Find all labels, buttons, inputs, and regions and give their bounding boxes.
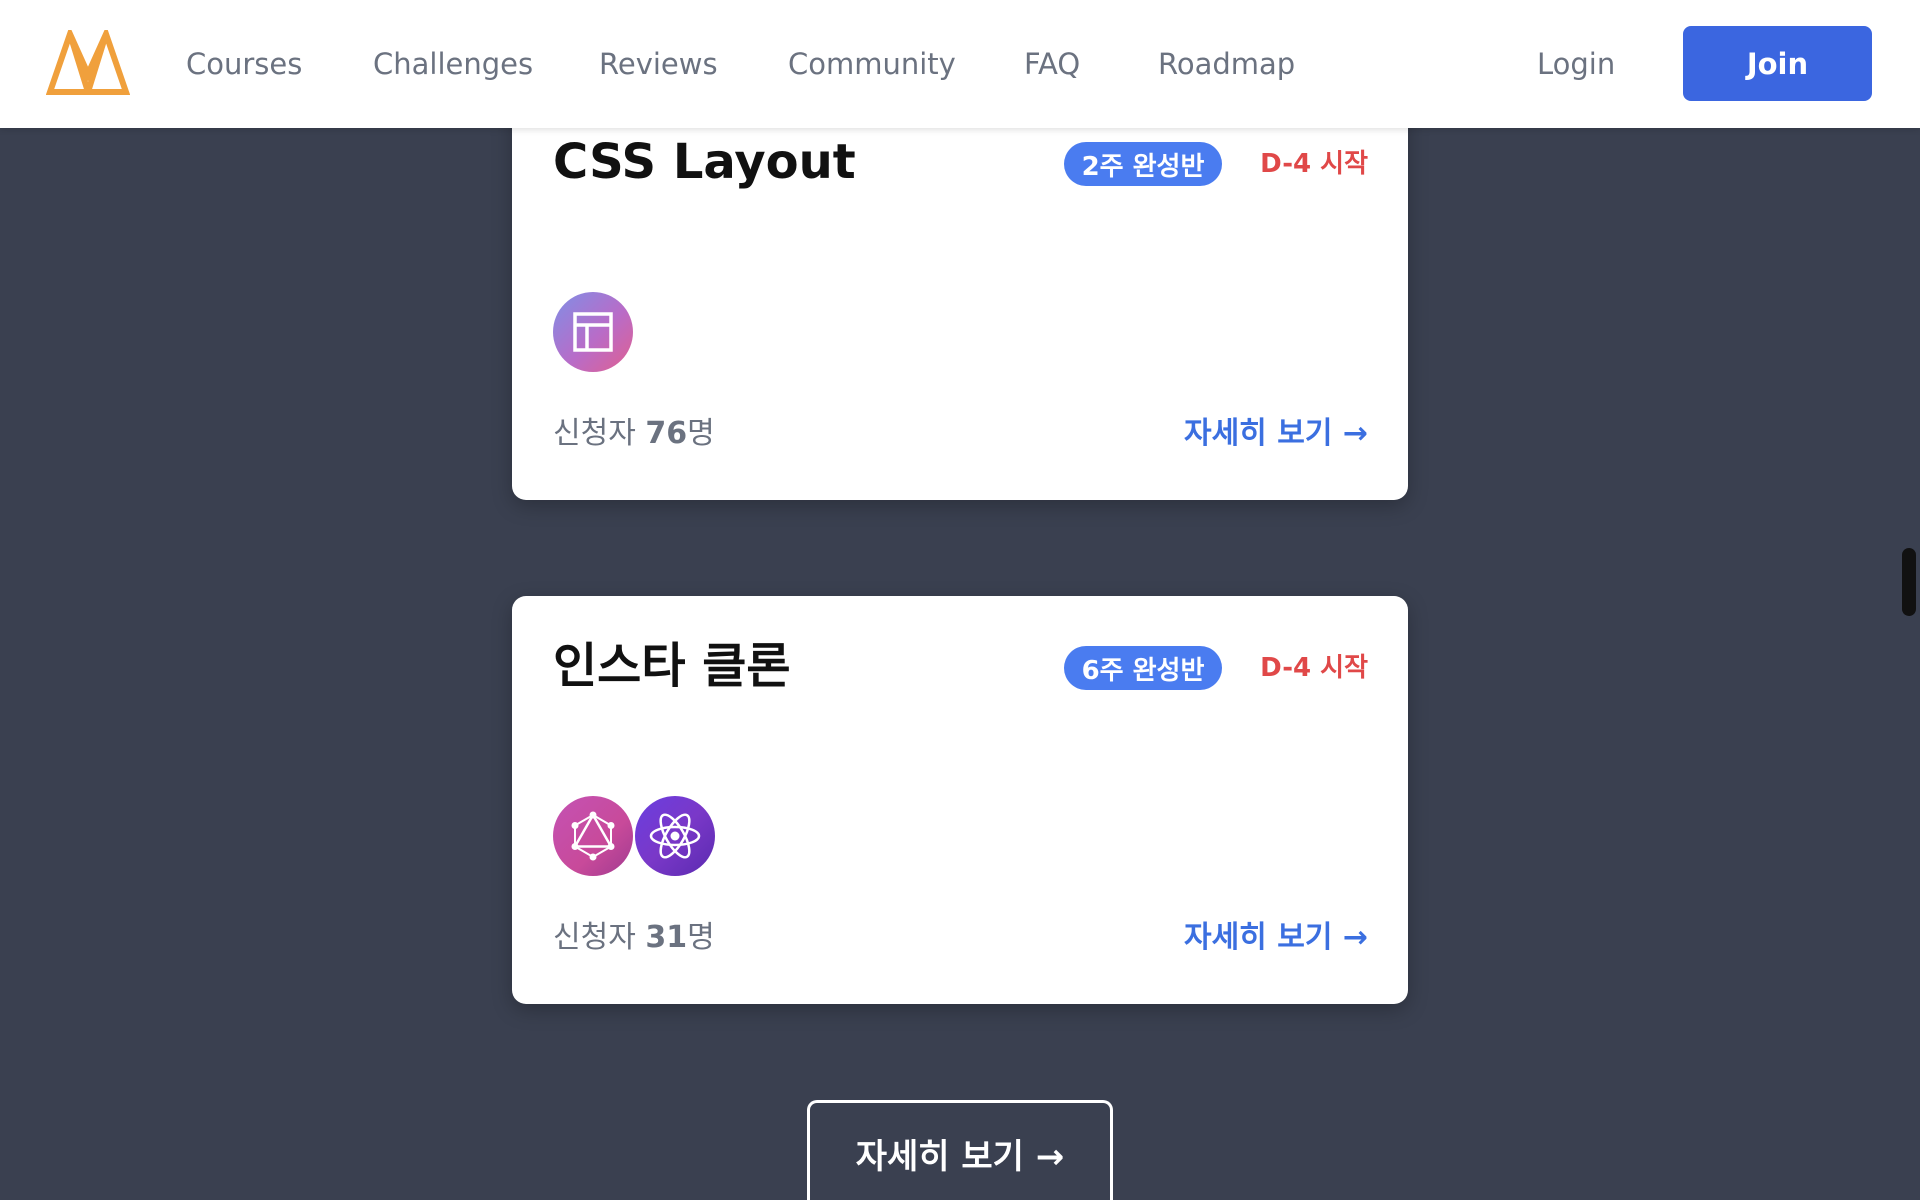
applicant-number: 31 [645, 920, 688, 955]
applicant-unit: 명 [687, 920, 715, 955]
course-title: CSS Layout [553, 134, 856, 190]
detail-link[interactable]: 자세히 보기 → [1184, 918, 1368, 958]
logo-icon[interactable] [45, 25, 131, 96]
tech-icons [553, 796, 715, 876]
nav-roadmap[interactable]: Roadmap [1158, 44, 1295, 84]
react-icon [635, 796, 715, 876]
applicant-number: 76 [645, 416, 688, 451]
course-card[interactable]: CSS Layout 2주 완성반 D-4 시작 신청자 76명 자세히 보기 … [512, 90, 1408, 500]
scrollbar-thumb[interactable] [1902, 548, 1916, 616]
duration-badge: 6주 완성반 [1064, 646, 1222, 690]
nav-courses[interactable]: Courses [186, 44, 302, 84]
site-header: Courses Challenges Reviews Community FAQ… [0, 0, 1920, 128]
applicant-count: 신청자 31명 [553, 918, 715, 958]
join-button[interactable]: Join [1683, 26, 1872, 101]
applicant-unit: 명 [687, 416, 715, 451]
layout-icon [553, 292, 633, 372]
nav-reviews[interactable]: Reviews [599, 44, 718, 84]
applicant-count: 신청자 76명 [553, 414, 715, 454]
course-title: 인스타 클론 [553, 638, 791, 694]
applicant-label: 신청자 [553, 920, 646, 955]
tech-icons [553, 292, 633, 372]
nav-faq[interactable]: FAQ [1024, 44, 1080, 84]
course-card[interactable]: 인스타 클론 6주 완성반 D-4 시작 신청자 31명 자세히 보기 → [512, 596, 1408, 1004]
graphql-icon [553, 796, 633, 876]
start-dday: D-4 시작 [1260, 653, 1368, 683]
nav-community[interactable]: Community [788, 44, 956, 84]
more-courses-button[interactable]: 자세히 보기 → [807, 1100, 1113, 1200]
start-dday: D-4 시작 [1260, 149, 1368, 179]
login-link[interactable]: Login [1537, 44, 1615, 84]
applicant-label: 신청자 [553, 416, 646, 451]
detail-link[interactable]: 자세히 보기 → [1184, 414, 1368, 454]
duration-badge: 2주 완성반 [1064, 142, 1222, 186]
nav-challenges[interactable]: Challenges [373, 44, 533, 84]
